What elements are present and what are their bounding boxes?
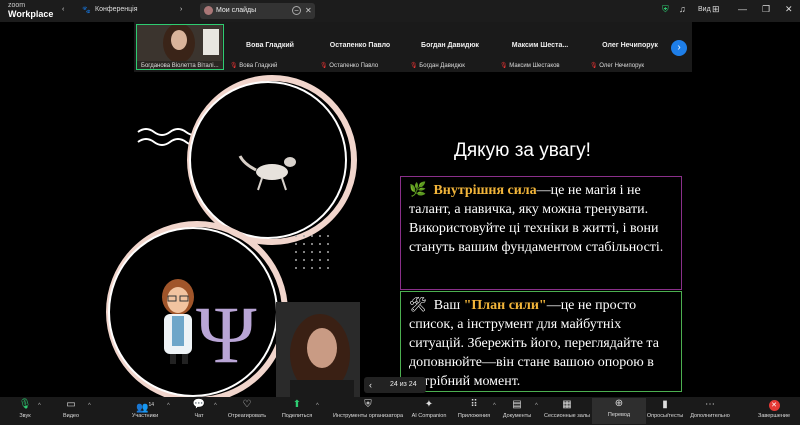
mic-muted-icon: 🎙 xyxy=(590,63,598,69)
inner-strength-box: 🌿 Внутрішня сила—це не магія і не талант… xyxy=(400,176,682,290)
audio-options-icon[interactable]: ^ xyxy=(38,403,41,409)
participant-label: 🎙 Богдан Давидюк xyxy=(410,63,465,69)
chevron-right-icon: › xyxy=(677,42,681,53)
participant-label: 🎙 Максим Шестаков xyxy=(500,63,560,69)
participant-tile[interactable]: Олег Нечипорук 🎙 Олег Нечипорук xyxy=(586,24,674,70)
inner-strength-text: 🌿 Внутрішня сила—це не магія і не талант… xyxy=(409,181,673,257)
strength-plan-box: 🛠 Ваш "План сили"—це не просто список, а… xyxy=(400,291,682,392)
prev-slide-icon[interactable]: ‹ xyxy=(369,380,372,390)
slide-pager: ‹ 24 из 24 xyxy=(364,377,426,393)
paw-icon: 🐾 xyxy=(82,7,91,14)
participant-label: 🎙 Олег Нечипорук xyxy=(590,63,645,69)
slides-tab[interactable]: Мои слайды − ✕ xyxy=(200,3,315,19)
strength-plan-text: 🛠 Ваш "План сили"—це не просто список, а… xyxy=(409,296,673,391)
tab-title: Мои слайды xyxy=(216,7,257,14)
participants-count-badge: 14 xyxy=(148,402,154,408)
pager-label: 24 из 24 xyxy=(390,381,417,388)
mic-muted-icon: 🎙 xyxy=(410,63,418,69)
chat-icon: 💬 xyxy=(192,399,206,410)
mic-muted-icon: 🎙 xyxy=(500,63,508,69)
participant-video xyxy=(137,25,222,61)
more-icon: ⋯ xyxy=(705,399,715,410)
meeting-label[interactable]: Конференція xyxy=(95,6,138,13)
view-label[interactable]: Вид xyxy=(698,6,711,13)
leaf-icon: 🌿 xyxy=(409,183,427,198)
shield-icon[interactable]: ⛨ xyxy=(662,4,669,15)
slide-title: Дякую за увагу! xyxy=(454,140,591,161)
chat-button[interactable]: 💬 Чат xyxy=(172,399,226,421)
participant-tile[interactable]: Вова Гладкий 🎙 Вова Гладкий xyxy=(226,24,314,70)
end-icon: ✕ xyxy=(747,399,800,412)
strength-plan-highlight: "План сили" xyxy=(463,298,547,313)
participant-tile[interactable]: Богдан Давидюк 🎙 Богдан Давидюк xyxy=(406,24,494,70)
participants-strip: Богданова Віолетта Віталі... Вова Гладки… xyxy=(134,22,692,72)
inner-strength-highlight: Внутрішня сила xyxy=(433,183,537,198)
breakout-icon: ▦ xyxy=(562,399,572,410)
strength-plan-lead: Ваш xyxy=(433,298,464,313)
participants-button[interactable]: 👥14 Участники xyxy=(118,399,172,421)
participant-tile[interactable]: Максим Шеста... 🎙 Максим Шестаков xyxy=(496,24,584,70)
participant-tile[interactable]: Богданова Віолетта Віталі... xyxy=(136,24,224,70)
react-button[interactable]: ♡ Отреагировать xyxy=(220,399,274,421)
title-bar: zoom Workplace ‹ 🐾 Конференція › Мои сла… xyxy=(0,0,800,22)
zoom-logo: zoom Workplace xyxy=(8,2,54,19)
maximize-window-icon[interactable]: ❐ xyxy=(762,4,770,15)
self-view-image xyxy=(276,302,360,397)
participant-name: Вова Гладкий xyxy=(246,42,294,49)
participants-options-icon[interactable]: ^ xyxy=(167,403,170,409)
mic-muted-icon: 🎙 xyxy=(230,63,238,69)
end-meeting-button[interactable]: ✕ Завершение xyxy=(747,399,800,421)
participant-name: Богдан Давидюк xyxy=(421,42,479,49)
mic-muted-icon: 🎙 xyxy=(320,63,328,69)
participant-name: Остапенко Павло xyxy=(329,42,391,49)
participant-label: 🎙 Вова Гладкий xyxy=(230,63,278,69)
participant-label: 🎙 Остапенко Павло xyxy=(320,63,379,69)
minimize-window-icon[interactable]: — xyxy=(738,4,747,14)
svg-text:Ψ: Ψ xyxy=(196,289,257,380)
participant-name: Максим Шеста... xyxy=(511,42,569,49)
view-grid-icon[interactable]: ⊞ xyxy=(712,4,720,15)
chevron-left-icon[interactable]: ‹ xyxy=(62,6,64,13)
host-tools-icon: ⛨ xyxy=(364,399,372,410)
video-options-icon[interactable]: ^ xyxy=(88,403,91,409)
chevron-right-icon[interactable]: › xyxy=(180,6,182,13)
sound-icon[interactable]: ♫ xyxy=(679,4,686,14)
participants-icon: 👥14 xyxy=(135,402,154,414)
tools-icon: 🛠 xyxy=(409,298,427,313)
share-options-icon[interactable]: ^ xyxy=(316,403,319,409)
logo-line2: Workplace xyxy=(8,9,54,19)
participant-label: Богданова Віолетта Віталі... xyxy=(141,63,219,69)
next-participants-button[interactable]: › xyxy=(671,40,687,56)
participant-name: Олег Нечипорук xyxy=(602,42,658,49)
participant-tile[interactable]: Остапенко Павло 🎙 Остапенко Павло xyxy=(316,24,404,70)
docs-options-icon[interactable]: ^ xyxy=(535,403,538,409)
close-window-icon[interactable]: ✕ xyxy=(785,4,793,15)
meeting-toolbar: 🎙 Звук ^ ▭ Видео ^ 👥14 Участники ^ 💬 Чат ^ ♡… xyxy=(0,397,800,425)
close-tab-icon[interactable]: ✕ xyxy=(305,6,312,15)
react-icon: ♡ xyxy=(242,399,252,410)
tab-avatar xyxy=(204,6,213,15)
host-tools-button[interactable]: ⛨ Инструменты организатора xyxy=(332,399,404,421)
chat-options-icon[interactable]: ^ xyxy=(214,403,217,409)
minimize-tab-icon[interactable]: − xyxy=(292,6,301,15)
self-view-video[interactable] xyxy=(276,302,360,397)
more-button[interactable]: ⋯ Дополнительно xyxy=(683,399,737,421)
breakout-rooms-button[interactable]: ▦ Сессионные залы xyxy=(540,399,594,421)
